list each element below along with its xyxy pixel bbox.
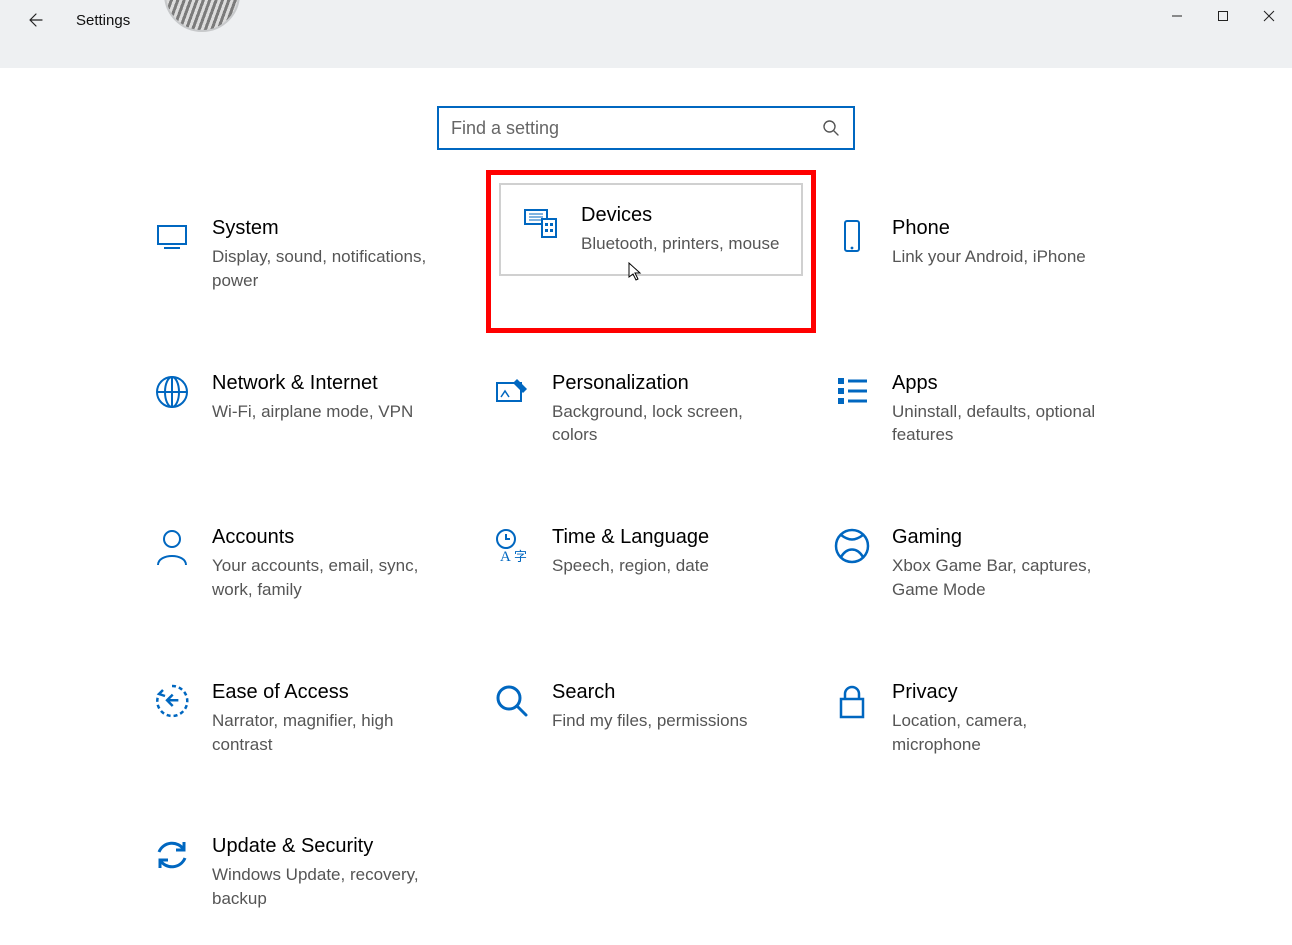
highlight-devices: Devices Bluetooth, printers, mouse	[486, 170, 816, 333]
close-icon	[1263, 10, 1275, 22]
tile-devices[interactable]: Devices Bluetooth, printers, mouse	[499, 183, 803, 276]
tile-search[interactable]: Search Find my files, permissions	[486, 674, 816, 763]
tile-desc: Windows Update, recovery, backup	[212, 863, 428, 911]
ease-of-access-icon	[153, 682, 191, 720]
tile-title: Privacy	[892, 680, 1108, 705]
tile-title: Apps	[892, 371, 1108, 396]
maximize-icon	[1217, 10, 1229, 22]
phone-icon	[837, 218, 867, 256]
tile-ease-of-access[interactable]: Ease of Access Narrator, magnifier, high…	[146, 674, 476, 763]
titlebar: Settings	[0, 0, 1292, 68]
tile-desc: Wi-Fi, airplane mode, VPN	[212, 400, 413, 424]
system-icon	[154, 218, 190, 254]
maximize-button[interactable]	[1200, 0, 1246, 32]
tile-desc: Bluetooth, printers, mouse	[581, 232, 779, 256]
devices-icon	[522, 205, 560, 241]
search-icon	[821, 118, 841, 138]
time-language-icon: A 字	[492, 527, 532, 565]
arrow-left-icon	[25, 11, 43, 29]
tile-title: Time & Language	[552, 525, 709, 550]
search-box[interactable]	[437, 106, 855, 150]
person-icon	[154, 527, 190, 567]
tile-title: Gaming	[892, 525, 1108, 550]
svg-text:A: A	[500, 549, 511, 565]
tile-title: Devices	[581, 203, 779, 228]
tile-desc: Speech, region, date	[552, 554, 709, 578]
window-controls	[1154, 0, 1292, 32]
apps-icon	[833, 373, 871, 407]
tile-gaming[interactable]: Gaming Xbox Game Bar, captures, Game Mod…	[826, 519, 1156, 608]
tile-apps[interactable]: Apps Uninstall, defaults, optional featu…	[826, 365, 1156, 454]
tile-desc: Background, lock screen, colors	[552, 400, 768, 448]
tile-title: Ease of Access	[212, 680, 428, 705]
avatar	[164, 0, 240, 36]
tile-title: Update & Security	[212, 834, 428, 859]
window-title: Settings	[76, 12, 130, 29]
content-area: System Display, sound, notifications, po…	[0, 68, 1292, 917]
search-input[interactable]	[451, 118, 821, 139]
tile-title: System	[212, 216, 428, 241]
tile-title: Phone	[892, 216, 1086, 241]
tile-update-security[interactable]: Update & Security Windows Update, recove…	[146, 828, 476, 917]
tile-title: Search	[552, 680, 748, 705]
back-button[interactable]	[20, 6, 48, 34]
tile-desc: Find my files, permissions	[552, 709, 748, 733]
update-icon	[152, 836, 192, 874]
tile-phone[interactable]: Phone Link your Android, iPhone	[826, 210, 1156, 299]
close-button[interactable]	[1246, 0, 1292, 32]
tile-network[interactable]: Network & Internet Wi-Fi, airplane mode,…	[146, 365, 476, 454]
xbox-icon	[833, 527, 871, 565]
minimize-button[interactable]	[1154, 0, 1200, 32]
tile-time-language[interactable]: A 字 Time & Language Speech, region, date	[486, 519, 816, 608]
tile-desc: Uninstall, defaults, optional features	[892, 400, 1108, 448]
tile-desc: Link your Android, iPhone	[892, 245, 1086, 269]
search-tile-icon	[493, 682, 531, 720]
minimize-icon	[1171, 10, 1183, 22]
tile-title: Accounts	[212, 525, 428, 550]
tile-title: Personalization	[552, 371, 768, 396]
tile-desc: Location, camera, microphone	[892, 709, 1108, 757]
tile-privacy[interactable]: Privacy Location, camera, microphone	[826, 674, 1156, 763]
tile-desc: Your accounts, email, sync, work, family	[212, 554, 428, 602]
personalization-icon	[493, 373, 531, 409]
tile-title: Network & Internet	[212, 371, 413, 396]
lock-icon	[835, 682, 869, 722]
tile-desc: Narrator, magnifier, high contrast	[212, 709, 428, 757]
tile-desc: Display, sound, notifications, power	[212, 245, 428, 293]
svg-text:字: 字	[514, 549, 527, 564]
tile-accounts[interactable]: Accounts Your accounts, email, sync, wor…	[146, 519, 476, 608]
globe-icon	[153, 373, 191, 411]
tile-personalization[interactable]: Personalization Background, lock screen,…	[486, 365, 816, 454]
tile-system[interactable]: System Display, sound, notifications, po…	[146, 210, 476, 299]
tile-desc: Xbox Game Bar, captures, Game Mode	[892, 554, 1108, 602]
